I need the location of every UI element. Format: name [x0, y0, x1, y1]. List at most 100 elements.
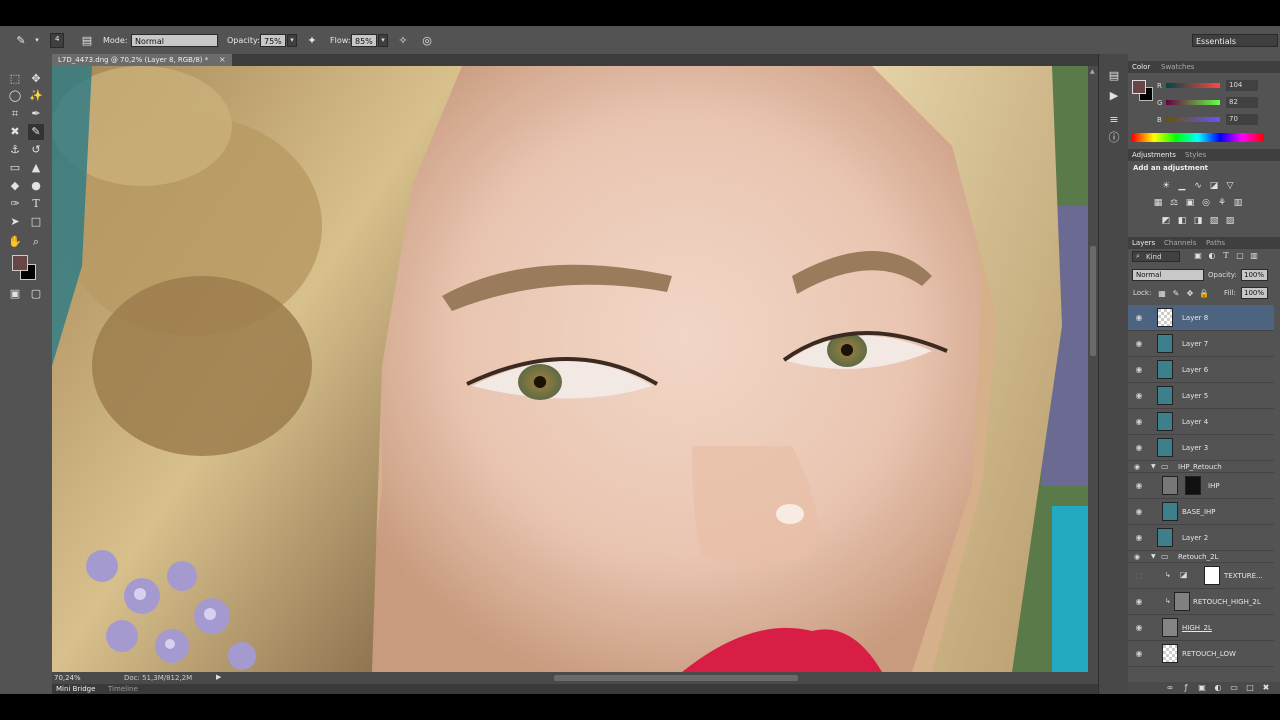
- layer-row-high-2l[interactable]: ◉ HIGH_2L: [1128, 615, 1274, 641]
- blue-slider[interactable]: [1166, 117, 1220, 122]
- hand-tool-icon[interactable]: ✋: [7, 234, 23, 250]
- tab-styles[interactable]: Styles: [1185, 151, 1206, 159]
- rectangle-tool-icon[interactable]: □: [28, 214, 44, 230]
- group-expand-arrow-icon[interactable]: ▼: [1151, 553, 1156, 560]
- flow-dropdown-icon[interactable]: ▾: [378, 34, 388, 47]
- horizontal-scroll-thumb[interactable]: [554, 675, 798, 681]
- tab-swatches[interactable]: Swatches: [1161, 63, 1194, 71]
- layer-row-layer-5[interactable]: ◉ Layer 5: [1128, 383, 1274, 409]
- visibility-eye-icon[interactable]: ◉: [1134, 597, 1144, 606]
- tab-adjustments[interactable]: Adjustments: [1132, 151, 1176, 159]
- pressure-opacity-icon[interactable]: ✦: [305, 34, 319, 47]
- close-document-icon[interactable]: ×: [219, 55, 226, 64]
- visibility-eye-icon[interactable]: ◉: [1134, 507, 1144, 516]
- group-expand-arrow-icon[interactable]: ▼: [1151, 463, 1156, 470]
- healing-brush-tool-icon[interactable]: ✖: [7, 124, 23, 140]
- green-slider[interactable]: [1166, 100, 1220, 105]
- color-balance-icon[interactable]: ⚖: [1166, 195, 1182, 211]
- visibility-eye-icon[interactable]: ◉: [1134, 339, 1144, 348]
- visibility-eye-icon[interactable]: ◉: [1134, 443, 1144, 452]
- flow-field[interactable]: 85%: [351, 34, 377, 47]
- filter-smart-object-icon[interactable]: ▥: [1246, 248, 1262, 264]
- layer-group-retouch-2l[interactable]: ◉ ▼ ▭ Retouch_2L: [1128, 551, 1274, 563]
- visibility-eye-icon[interactable]: ◉: [1134, 365, 1144, 374]
- brush-tool-selected-icon[interactable]: ✎: [28, 124, 44, 140]
- tab-paths[interactable]: Paths: [1206, 239, 1225, 247]
- crop-tool-icon[interactable]: ⌗: [7, 106, 23, 122]
- layer-row-texture[interactable]: □ ↳ ◪ TEXTURE...: [1128, 563, 1274, 589]
- visibility-eye-icon[interactable]: ◉: [1134, 313, 1144, 322]
- threshold-icon[interactable]: ◨: [1190, 213, 1206, 229]
- visibility-eye-icon[interactable]: ◉: [1134, 481, 1144, 490]
- status-menu-arrow-icon[interactable]: ▶: [216, 673, 221, 681]
- blue-value[interactable]: 70: [1226, 114, 1258, 125]
- delete-layer-icon[interactable]: ✖: [1258, 680, 1274, 696]
- zoom-level[interactable]: 70,24%: [54, 674, 81, 682]
- red-value[interactable]: 104: [1226, 80, 1258, 91]
- tab-timeline[interactable]: Timeline: [108, 685, 138, 693]
- link-layers-icon[interactable]: ∞: [1162, 680, 1178, 696]
- dodge-tool-icon[interactable]: ●: [28, 178, 44, 194]
- visibility-eye-icon[interactable]: ◉: [1134, 391, 1144, 400]
- tab-color[interactable]: Color: [1132, 63, 1150, 71]
- selective-color-icon[interactable]: ▧: [1206, 213, 1222, 229]
- add-mask-icon[interactable]: ▣: [1194, 680, 1210, 696]
- tab-mini-bridge[interactable]: Mini Bridge: [56, 685, 95, 693]
- visibility-eye-icon[interactable]: ◉: [1134, 649, 1144, 658]
- brush-tool-icon[interactable]: ✎: [14, 34, 28, 47]
- black-white-icon[interactable]: ▣: [1182, 195, 1198, 211]
- tab-layers[interactable]: Layers: [1132, 239, 1155, 247]
- airbrush-icon[interactable]: ✧: [396, 34, 410, 47]
- mode-select[interactable]: Normal: [131, 34, 218, 47]
- properties-panel-icon[interactable]: ≡: [1106, 112, 1122, 128]
- red-slider[interactable]: [1166, 83, 1220, 88]
- layer-row-retouch-high-2l[interactable]: ◉ ↳ RETOUCH_HIGH_2L: [1128, 589, 1274, 615]
- layer-row-layer-7[interactable]: ◉ Layer 7: [1128, 331, 1274, 357]
- vertical-scrollbar[interactable]: ▲: [1088, 66, 1098, 672]
- invert-icon[interactable]: ◩: [1158, 213, 1174, 229]
- quick-select-tool-icon[interactable]: ✨: [28, 88, 44, 104]
- color-lookup-icon[interactable]: ▥: [1230, 195, 1246, 211]
- zoom-tool-icon[interactable]: ⌕: [28, 234, 44, 250]
- document-tab[interactable]: L7D_4473.dng @ 70,2% (Layer 8, RGB/8) * …: [52, 54, 232, 66]
- layer-row-base-ihp[interactable]: ◉ BASE_IHP: [1128, 499, 1274, 525]
- tab-channels[interactable]: Channels: [1164, 239, 1196, 247]
- brush-size-picker[interactable]: 4: [50, 33, 64, 48]
- type-tool-icon[interactable]: T: [28, 196, 44, 212]
- curves-adjust-icon[interactable]: ∿: [1190, 178, 1206, 194]
- screen-mode-icon[interactable]: ▢: [28, 286, 44, 302]
- brush-panel-toggle-icon[interactable]: ▤: [80, 34, 94, 47]
- actions-panel-icon[interactable]: ▶: [1106, 88, 1122, 104]
- color-spectrum-ramp[interactable]: [1132, 133, 1264, 142]
- exposure-adjust-icon[interactable]: ◪: [1206, 178, 1222, 194]
- layer-blend-mode-select[interactable]: Normal: [1132, 269, 1204, 281]
- layer-group-ihp-retouch[interactable]: ◉ ▼ ▭ IHP_Retouch: [1128, 461, 1274, 473]
- tool-preset-chevron-icon[interactable]: ▾: [30, 34, 44, 47]
- document-canvas[interactable]: [52, 66, 1088, 672]
- info-panel-icon[interactable]: ⓘ: [1106, 130, 1122, 146]
- lock-all-icon[interactable]: 🔒: [1196, 286, 1212, 302]
- clone-stamp-tool-icon[interactable]: ⚓: [7, 142, 23, 158]
- path-select-tool-icon[interactable]: ➤: [7, 214, 23, 230]
- color-panel-fg-swatch[interactable]: [1132, 80, 1146, 94]
- visibility-off-icon[interactable]: □: [1134, 571, 1144, 580]
- marquee-tool-icon[interactable]: ⬚: [7, 71, 23, 87]
- visibility-eye-icon[interactable]: ◉: [1134, 417, 1144, 426]
- channel-mixer-icon[interactable]: ⚘: [1214, 195, 1230, 211]
- quick-mask-icon[interactable]: ▣: [7, 286, 23, 302]
- new-group-icon[interactable]: ▭: [1226, 680, 1242, 696]
- lasso-tool-icon[interactable]: ◯: [7, 88, 23, 104]
- visibility-eye-icon[interactable]: ◉: [1134, 553, 1140, 561]
- history-brush-tool-icon[interactable]: ↺: [28, 142, 44, 158]
- levels-adjust-icon[interactable]: ▁: [1174, 178, 1190, 194]
- visibility-eye-icon[interactable]: ◉: [1134, 623, 1144, 632]
- history-panel-icon[interactable]: ▤: [1106, 68, 1122, 84]
- paint-bucket-tool-icon[interactable]: ▲: [28, 160, 44, 176]
- new-adjustment-icon[interactable]: ◐: [1210, 680, 1226, 696]
- pen-tool-icon[interactable]: ✑: [7, 196, 23, 212]
- workspace-switcher[interactable]: Essentials: [1192, 34, 1278, 47]
- layer-row-retouch-low[interactable]: ◉ RETOUCH_LOW: [1128, 641, 1274, 667]
- green-value[interactable]: 82: [1226, 97, 1258, 108]
- foreground-color-swatch[interactable]: [12, 255, 28, 271]
- gradient-map-icon[interactable]: ▨: [1222, 213, 1238, 229]
